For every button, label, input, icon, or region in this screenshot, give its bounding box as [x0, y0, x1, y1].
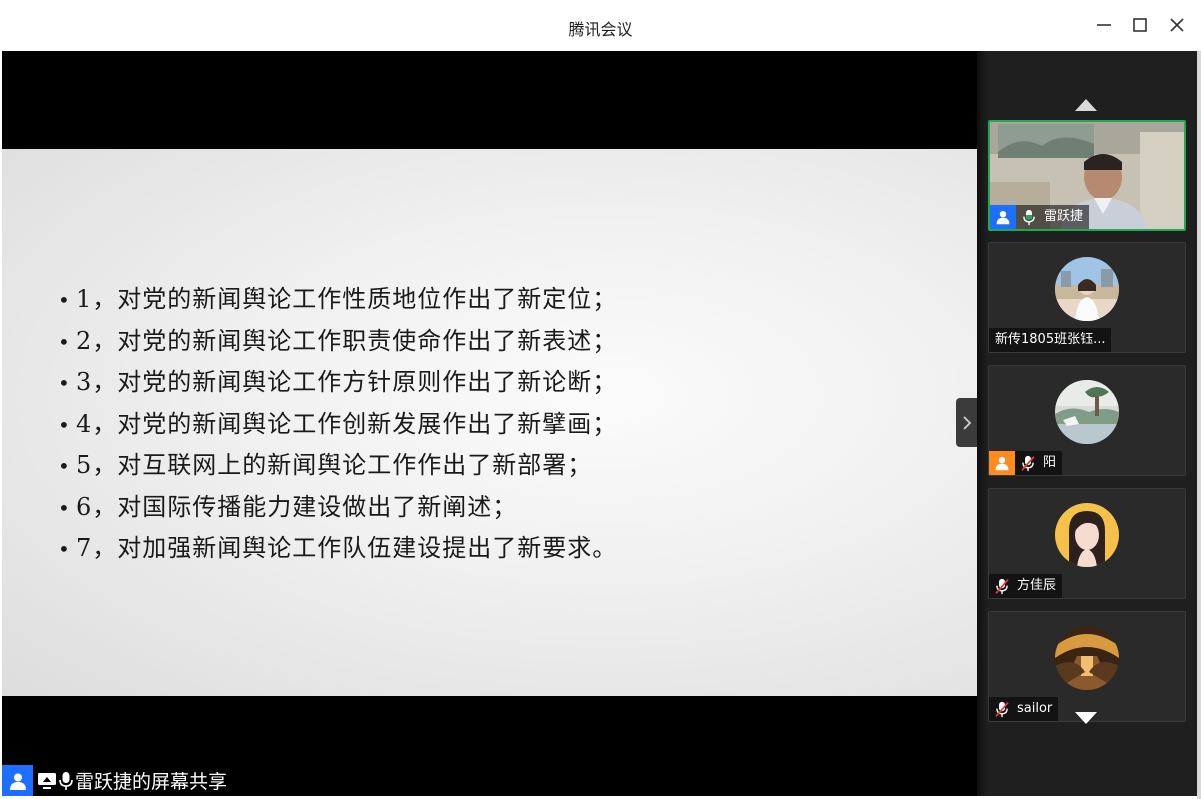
participant-name: 新传1805班张钰... [989, 328, 1112, 352]
cohost-user-icon [989, 451, 1015, 475]
window-title: 腾讯会议 [568, 20, 633, 39]
participant-name-bar: 阳 [989, 451, 1063, 475]
shared-slide: • 1，对党的新闻舆论工作性质地位作出了新定位； • 2，对党的新闻舆论工作职责使命… [2, 149, 977, 696]
bullet-icon: • [58, 454, 71, 478]
panel-edge [1197, 51, 1201, 799]
slide-item: • 1，对党的新闻舆论工作性质地位作出了新定位； [58, 279, 617, 321]
close-icon[interactable] [1166, 14, 1188, 36]
bullet-icon: • [58, 288, 71, 312]
bullet-icon: • [58, 495, 71, 520]
participant-name: 雷跃捷 [1042, 205, 1090, 229]
slide-item: • 5，对互联网上的新闻舆论工作作出了新部署； [58, 445, 617, 487]
chevron-right-icon [962, 415, 971, 430]
participant-name: 方佳辰 [1015, 574, 1063, 598]
participant-tile[interactable]: · 方佳辰 [988, 488, 1186, 599]
slide-item: • 6，对国际传播能力建设做出了新阐述； [58, 487, 617, 529]
participant-name-bar: 方佳辰 [989, 574, 1063, 598]
slide-item: • 2，对党的新闻舆论工作职责使命作出了新表述； [58, 321, 617, 363]
microphone-icon [1016, 205, 1042, 229]
screen-share-icon [37, 772, 57, 790]
scroll-down-icon[interactable] [1074, 710, 1098, 724]
slide-item: • 3，对党的新闻舆论工作方针原则作出了新论断； [58, 362, 617, 404]
participant-name: 阳 [1041, 451, 1063, 475]
bullet-icon: • [58, 329, 71, 354]
bullet-icon: • [58, 537, 71, 561]
participant-name: sailor [1015, 697, 1059, 721]
avatar [1055, 380, 1119, 444]
microphone-muted-icon [989, 574, 1015, 598]
participant-tile[interactable]: sailor [988, 611, 1186, 722]
microphone-icon [59, 771, 73, 791]
participant-tile[interactable]: 雷跃捷 [988, 120, 1186, 231]
avatar [1055, 626, 1119, 690]
bullet-icon: • [58, 412, 71, 437]
title-bar: 腾讯会议 [0, 0, 1201, 51]
user-icon [2, 765, 33, 796]
host-user-icon [990, 205, 1016, 229]
screen-share-owner-label: 雷跃捷的屏幕共享 [75, 771, 228, 793]
screen-share-area: • 1，对党的新闻舆论工作性质地位作出了新定位； • 2，对党的新闻舆论工作职责使命… [2, 51, 977, 796]
maximize-icon[interactable] [1129, 14, 1151, 36]
screen-share-label: 雷跃捷的屏幕共享 [2, 765, 227, 796]
participant-tile[interactable]: 阳 [988, 365, 1186, 476]
participant-name-bar: sailor [989, 697, 1059, 721]
participant-name-bar: 雷跃捷 [990, 205, 1090, 229]
participant-name-bar: 新传1805班张钰... [989, 328, 1112, 352]
microphone-muted-icon [989, 697, 1015, 721]
slide-item: • 4，对党的新闻舆论工作创新发展作出了新擘画； [58, 404, 617, 446]
slide-item: • 7，对加强新闻舆论工作队伍建设提出了新要求。 [58, 528, 617, 570]
minimize-icon[interactable] [1093, 14, 1115, 36]
bullet-icon: • [58, 371, 71, 395]
microphone-muted-icon [1015, 451, 1041, 475]
avatar: · [1055, 503, 1119, 567]
avatar [1055, 257, 1119, 321]
slide-bullet-list: • 1，对党的新闻舆论工作性质地位作出了新定位； • 2，对党的新闻舆论工作职责使命… [58, 279, 617, 570]
scroll-up-icon[interactable] [1074, 97, 1098, 111]
participant-tile[interactable]: 新传1805班张钰... [988, 242, 1186, 353]
collapse-panel-button[interactable] [956, 398, 977, 447]
